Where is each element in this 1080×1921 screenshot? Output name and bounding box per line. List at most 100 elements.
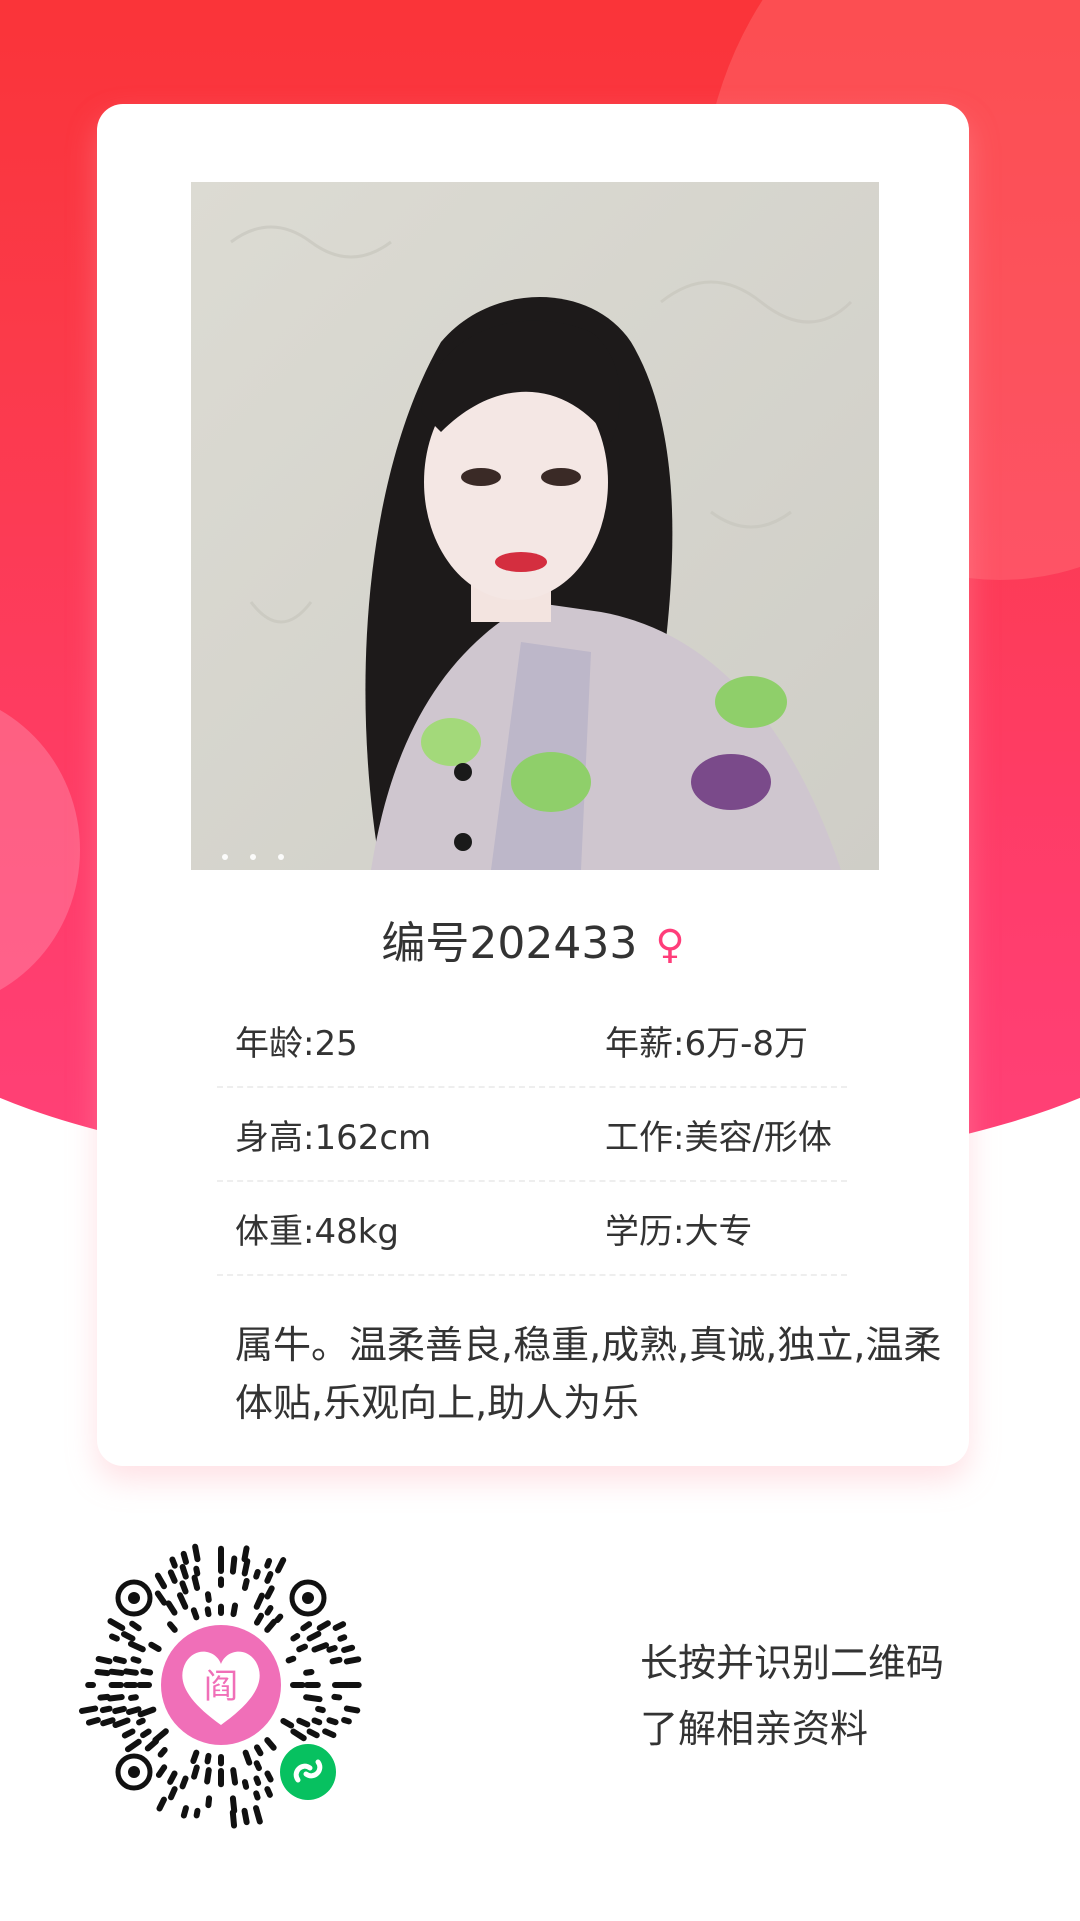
qr-code[interactable]: 阎 bbox=[76, 1540, 366, 1830]
profile-info-grid: 年龄:25 年薪:6万-8万 身高:162cm 工作:美容/形体 体重:48kg… bbox=[217, 994, 847, 1276]
qr-module bbox=[300, 1621, 313, 1632]
qr-module bbox=[120, 1631, 136, 1642]
qr-module bbox=[229, 1809, 238, 1829]
qr-module bbox=[326, 1645, 338, 1653]
qr-module bbox=[95, 1655, 113, 1665]
qr-module bbox=[230, 1767, 239, 1786]
info-row: 体重:48kg 学历:大专 bbox=[217, 1182, 847, 1276]
qr-module bbox=[191, 1574, 201, 1591]
qr-module bbox=[107, 1618, 126, 1631]
info-row: 身高:162cm 工作:美容/形体 bbox=[217, 1088, 847, 1182]
qr-module bbox=[241, 1577, 250, 1591]
qr-code-image: 阎 bbox=[78, 1543, 362, 1829]
qr-module bbox=[154, 1572, 167, 1590]
qr-module bbox=[157, 1746, 168, 1758]
qr-module bbox=[303, 1668, 315, 1676]
qr-module bbox=[179, 1563, 189, 1580]
qr-module bbox=[275, 1557, 287, 1574]
qr-module bbox=[341, 1644, 356, 1653]
qr-module bbox=[190, 1749, 200, 1764]
qr-module bbox=[306, 1728, 320, 1739]
qr-module bbox=[154, 1590, 168, 1606]
qr-module bbox=[137, 1706, 157, 1718]
qr-module bbox=[136, 1717, 146, 1726]
qr-module bbox=[177, 1592, 189, 1610]
qr-module bbox=[165, 1600, 178, 1616]
qr-module bbox=[112, 1656, 127, 1665]
qr-module bbox=[204, 1752, 212, 1765]
qr-module bbox=[311, 1642, 330, 1653]
qr-module bbox=[128, 1694, 139, 1701]
qr-module bbox=[264, 1737, 277, 1751]
qr-module bbox=[341, 1717, 352, 1725]
qr-module bbox=[129, 1620, 142, 1632]
info-row: 年龄:25 年薪:6万-8万 bbox=[217, 994, 847, 1088]
qr-module bbox=[290, 1728, 307, 1742]
qr-module bbox=[241, 1779, 250, 1790]
qr-module bbox=[148, 1641, 162, 1652]
qr-module bbox=[316, 1620, 331, 1631]
qr-module bbox=[285, 1655, 297, 1664]
qr-module bbox=[124, 1738, 142, 1753]
qr-module bbox=[242, 1749, 253, 1766]
qr-instruction-line1: 长按并识别二维码 bbox=[640, 1641, 945, 1685]
qr-module bbox=[97, 1693, 111, 1701]
qr-module bbox=[190, 1607, 200, 1621]
profile-photo-image bbox=[191, 182, 879, 870]
qr-module bbox=[108, 1633, 120, 1642]
qr-module bbox=[168, 1786, 178, 1801]
qr-module bbox=[167, 1569, 178, 1584]
qr-module bbox=[264, 1557, 273, 1569]
qr-module bbox=[99, 1705, 113, 1714]
qr-module bbox=[311, 1717, 323, 1726]
qr-module bbox=[193, 1807, 201, 1819]
qr-module bbox=[264, 1618, 278, 1633]
qr-module bbox=[191, 1764, 200, 1780]
qr-module bbox=[264, 1571, 274, 1584]
qr-module bbox=[126, 1706, 142, 1716]
qr-module bbox=[229, 1795, 238, 1814]
svg-text:阎: 阎 bbox=[204, 1667, 238, 1707]
qr-module bbox=[140, 1728, 152, 1739]
qr-module bbox=[253, 1568, 261, 1580]
qr-instructions: 长按并识别二维码 了解相亲资料 bbox=[640, 1630, 944, 1762]
qr-module bbox=[241, 1558, 251, 1577]
qr-module bbox=[205, 1795, 213, 1809]
qr-module bbox=[315, 1705, 326, 1714]
qr-module bbox=[169, 1556, 178, 1569]
qr-module bbox=[192, 1543, 201, 1563]
qr-module bbox=[106, 1694, 125, 1702]
qr-module bbox=[121, 1728, 136, 1739]
profile-title-row: 编号202433 ♀ bbox=[97, 916, 969, 973]
qr-module bbox=[253, 1805, 263, 1825]
qr-module bbox=[167, 1770, 178, 1785]
qr-module bbox=[329, 1656, 343, 1665]
qr-module bbox=[140, 1668, 154, 1676]
qr-module bbox=[179, 1580, 189, 1595]
info-salary: 年薪:6万-8万 bbox=[605, 1023, 808, 1064]
qr-module bbox=[331, 1693, 343, 1701]
qr-module bbox=[253, 1790, 261, 1801]
qr-module bbox=[123, 1668, 139, 1676]
qr-module bbox=[253, 1760, 262, 1772]
info-education: 学历:大专 bbox=[605, 1211, 753, 1252]
qr-module bbox=[241, 1545, 250, 1563]
qr-module bbox=[112, 1705, 127, 1715]
qr-module bbox=[204, 1606, 212, 1618]
qr-module bbox=[264, 1605, 274, 1616]
qr-module bbox=[322, 1728, 337, 1739]
qr-module bbox=[337, 1634, 348, 1642]
qr-module bbox=[180, 1805, 189, 1819]
qr-module bbox=[332, 1621, 347, 1631]
qr-module bbox=[254, 1744, 264, 1757]
qr-module bbox=[230, 1602, 239, 1618]
qr-module bbox=[112, 1717, 131, 1729]
profile-poster: 编号202433 ♀ 年龄:25 年薪:6万-8万 身高:162cm 工作:美容/… bbox=[0, 0, 1080, 1921]
qr-module bbox=[144, 1738, 160, 1752]
qr-module bbox=[204, 1767, 212, 1785]
qr-module bbox=[204, 1591, 212, 1603]
qr-module bbox=[264, 1585, 275, 1600]
profile-photo[interactable] bbox=[191, 182, 879, 870]
info-height: 身高:162cm bbox=[235, 1117, 432, 1158]
qr-module bbox=[264, 1770, 274, 1783]
